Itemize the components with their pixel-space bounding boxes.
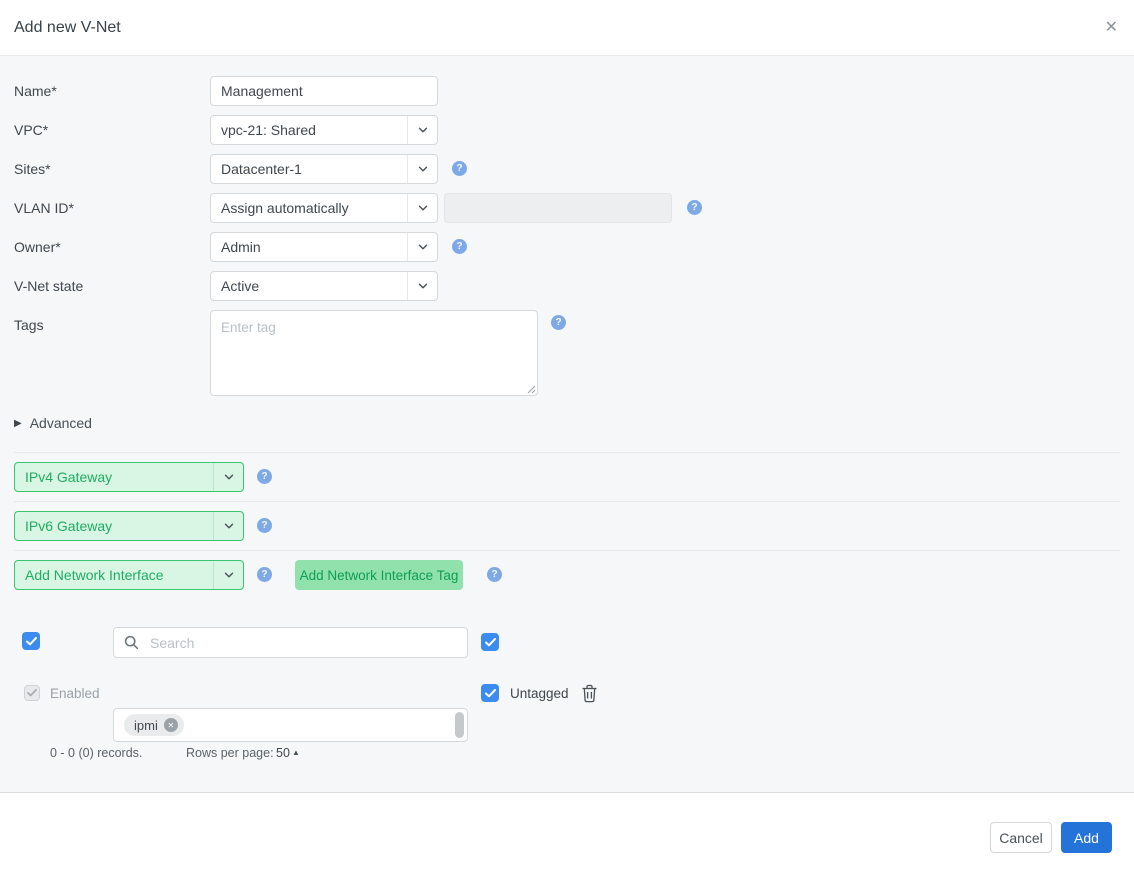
- close-icon[interactable]: ✕: [1105, 20, 1118, 36]
- caret-up-icon[interactable]: ▲: [292, 748, 300, 757]
- ipv6-gateway-select[interactable]: IPv6 Gateway: [14, 511, 244, 541]
- select-all-checkbox[interactable]: [22, 632, 40, 650]
- cancel-button[interactable]: Cancel: [990, 822, 1052, 853]
- sites-select-value: Datacenter-1: [211, 161, 407, 177]
- vlan-id-input-disabled: [444, 193, 672, 223]
- sites-select[interactable]: Datacenter-1: [210, 154, 438, 184]
- untagged-checkbox[interactable]: [481, 684, 499, 702]
- help-icon[interactable]: ?: [452, 161, 467, 176]
- add-network-interface-select[interactable]: Add Network Interface: [14, 560, 244, 590]
- chevron-down-icon: [407, 272, 437, 300]
- owner-label: Owner*: [14, 239, 61, 255]
- help-icon[interactable]: ?: [257, 567, 272, 582]
- add-network-interface-label: Add Network Interface: [15, 567, 213, 583]
- add-vnet-modal: Add new V-Net ✕ Name* VPC* vpc-21: Share…: [0, 0, 1134, 875]
- tags-input[interactable]: [210, 310, 538, 396]
- check-icon: [26, 637, 37, 646]
- ipv4-gateway-select[interactable]: IPv4 Gateway: [14, 462, 244, 492]
- help-icon[interactable]: ?: [487, 567, 502, 582]
- search-icon: [124, 635, 139, 650]
- remove-tag-icon[interactable]: ✕: [164, 718, 178, 732]
- vlan-mode-select-value: Assign automatically: [211, 200, 407, 216]
- chevron-down-icon: [407, 194, 437, 222]
- records-count: 0 - 0 (0) records.: [50, 746, 142, 760]
- untagged-all-checkbox[interactable]: [481, 633, 499, 651]
- check-icon: [485, 638, 496, 647]
- untagged-label: Untagged: [510, 686, 569, 701]
- chevron-down-icon: [407, 233, 437, 261]
- ipv4-gateway-label: IPv4 Gateway: [15, 469, 213, 485]
- chevron-down-icon: [407, 155, 437, 183]
- sites-label: Sites*: [14, 161, 51, 177]
- help-icon[interactable]: ?: [257, 469, 272, 484]
- divider: [14, 550, 1120, 551]
- chevron-down-icon: [213, 561, 243, 589]
- name-label: Name*: [14, 83, 57, 99]
- resize-handle-icon[interactable]: [527, 385, 536, 394]
- rows-per-page-value[interactable]: 50: [276, 746, 290, 760]
- help-icon[interactable]: ?: [687, 200, 702, 215]
- divider: [14, 501, 1120, 502]
- trash-icon[interactable]: [581, 684, 598, 708]
- modal-title: Add new V-Net: [14, 19, 121, 37]
- enabled-checkbox-disabled: [24, 685, 40, 701]
- vnet-state-select-value: Active: [211, 278, 407, 294]
- help-icon[interactable]: ?: [551, 315, 566, 330]
- search-input[interactable]: [113, 627, 468, 658]
- divider: [14, 452, 1120, 453]
- check-icon: [485, 689, 496, 698]
- owner-select-value: Admin: [211, 239, 407, 255]
- rows-per-page-label: Rows per page:: [186, 746, 274, 760]
- add-network-interface-tag-button[interactable]: Add Network Interface Tag: [295, 560, 463, 590]
- name-input[interactable]: [210, 76, 438, 106]
- tags-label: Tags: [14, 317, 44, 333]
- vpc-select[interactable]: vpc-21: Shared: [210, 115, 438, 145]
- vlan-mode-select[interactable]: Assign automatically: [210, 193, 438, 223]
- vpc-select-value: vpc-21: Shared: [211, 122, 407, 138]
- modal-header: Add new V-Net ✕: [0, 0, 1134, 56]
- scrollbar-thumb[interactable]: [455, 712, 464, 738]
- help-icon[interactable]: ?: [257, 518, 272, 533]
- advanced-toggle[interactable]: ▶ Advanced: [14, 415, 92, 431]
- vlan-label: VLAN ID*: [14, 200, 74, 216]
- chevron-down-icon: [213, 463, 243, 491]
- tag-chip-label: ipmi: [134, 718, 158, 733]
- vpc-label: VPC*: [14, 122, 48, 138]
- tag-chip: ipmi ✕: [124, 714, 184, 736]
- vnet-state-select[interactable]: Active: [210, 271, 438, 301]
- check-icon: [27, 689, 37, 697]
- modal-body: Name* VPC* vpc-21: Shared Sites* Datacen…: [0, 56, 1134, 793]
- ipv6-gateway-label: IPv6 Gateway: [15, 518, 213, 534]
- add-button[interactable]: Add: [1061, 822, 1112, 853]
- chevron-down-icon: [213, 512, 243, 540]
- owner-select[interactable]: Admin: [210, 232, 438, 262]
- vnet-state-label: V-Net state: [14, 278, 83, 294]
- interface-tags-input[interactable]: ipmi ✕: [113, 708, 468, 742]
- help-icon[interactable]: ?: [452, 239, 467, 254]
- advanced-label: Advanced: [30, 415, 92, 431]
- chevron-down-icon: [407, 116, 437, 144]
- triangle-right-icon: ▶: [14, 418, 22, 429]
- enabled-label: Enabled: [50, 686, 100, 701]
